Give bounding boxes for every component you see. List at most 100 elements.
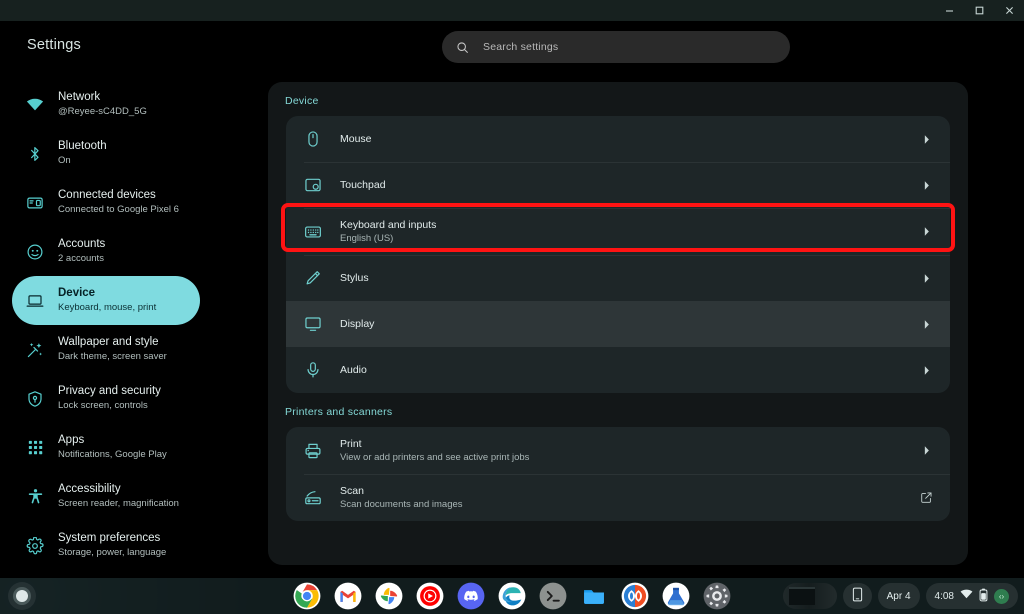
main-content-panel: Device Mouse Touchpad Keyboard and inputs En…: [268, 82, 968, 565]
tray-date: Apr 4: [886, 590, 911, 602]
microphone-icon: [304, 361, 322, 379]
settings-row-title: Display: [340, 317, 375, 330]
settings-row-scan[interactable]: Scan Scan documents and images: [286, 474, 950, 521]
chevron-right-icon[interactable]: [918, 319, 934, 330]
settings-row-display[interactable]: Display: [286, 301, 950, 347]
sidebar-item-sublabel: 2 accounts: [58, 253, 104, 264]
chevron-right-icon[interactable]: [918, 134, 934, 145]
wallpaper-icon: [26, 341, 44, 359]
tray-time: 4:08: [934, 590, 954, 602]
close-button[interactable]: [994, 0, 1024, 21]
settings-row-stylus[interactable]: Stylus: [286, 255, 950, 301]
shelf-app-youtube-music[interactable]: [416, 582, 444, 610]
sidebar-item-sublabel: Keyboard, mouse, print: [58, 302, 157, 313]
chevron-right-icon[interactable]: [918, 180, 934, 191]
sidebar-item-label: Accessibility: [58, 483, 121, 495]
phone-hub-icon: [852, 587, 863, 605]
scanner-icon: [304, 489, 322, 507]
settings-card: Mouse Touchpad Keyboard and inputs English …: [286, 116, 950, 393]
vpn-status-badge[interactable]: ‹›: [994, 588, 1009, 604]
settings-row-title: Scan: [340, 484, 364, 497]
account-icon: [26, 243, 44, 261]
shelf-app-settings[interactable]: [703, 582, 731, 610]
tray-window-preview[interactable]: [782, 583, 837, 609]
sidebar-item-sublabel: Connected to Google Pixel 6: [58, 204, 179, 215]
sidebar-item-accounts[interactable]: Accounts 2 accounts: [12, 227, 200, 276]
shelf-app-terminal[interactable]: [539, 582, 567, 610]
shelf-app-chrome[interactable]: [293, 582, 321, 610]
chevron-right-icon[interactable]: [918, 226, 934, 237]
shelf-app-gmail[interactable]: [334, 582, 362, 610]
launcher-icon: [16, 590, 28, 602]
bluetooth-icon: [26, 145, 44, 163]
wifi-icon: [26, 96, 44, 114]
chevron-right-icon[interactable]: [918, 445, 934, 456]
settings-row-title: Audio: [340, 363, 367, 376]
launcher-button[interactable]: [8, 582, 36, 610]
shield-icon: [26, 390, 44, 408]
printer-icon: [304, 442, 322, 460]
sidebar-item-sublabel: Storage, power, language: [58, 547, 167, 558]
sidebar-item-device[interactable]: Device Keyboard, mouse, print: [12, 276, 200, 325]
wifi-icon: [960, 589, 973, 603]
sidebar-item-network[interactable]: Network @Reyee-sC4DD_5G: [12, 80, 200, 129]
settings-card: Print View or add printers and see active…: [286, 427, 950, 521]
battery-icon: [979, 588, 988, 605]
sidebar-item-accessibility[interactable]: Accessibility Screen reader, magnificatio…: [12, 472, 200, 521]
sidebar-item-wallpaper-and-style[interactable]: Wallpaper and style Dark theme, screen sa…: [12, 325, 200, 374]
tray-preview-thumbnail: [788, 587, 815, 605]
shelf-app-beaker[interactable]: [662, 582, 690, 610]
settings-row-touchpad[interactable]: Touchpad: [286, 162, 950, 208]
sidebar-item-label: Apps: [58, 434, 85, 446]
shelf-app-discord[interactable]: [457, 582, 485, 610]
sidebar-item-sublabel: @Reyee-sC4DD_5G: [58, 106, 147, 117]
sidebar-item-label: Network: [58, 91, 101, 103]
accessibility-icon: [26, 488, 44, 506]
sidebar-item-label: Device: [58, 287, 96, 299]
sidebar-item-privacy-and-security[interactable]: Privacy and security Lock screen, control…: [12, 374, 200, 423]
section-header: Device: [285, 95, 319, 107]
apps-grid-icon: [26, 439, 44, 457]
sidebar-item-system-preferences[interactable]: System preferences Storage, power, langua…: [12, 521, 200, 570]
settings-row-mouse[interactable]: Mouse: [286, 116, 950, 162]
settings-row-title: Touchpad: [340, 178, 386, 191]
settings-row-subtitle: English (US): [340, 232, 394, 244]
maximize-button[interactable]: [964, 0, 994, 21]
sidebar-item-sublabel: Lock screen, controls: [58, 400, 148, 411]
shelf-app-media-app[interactable]: [621, 582, 649, 610]
chevron-right-icon[interactable]: [918, 273, 934, 284]
date-tray-button[interactable]: Apr 4: [877, 583, 920, 609]
sidebar-item-label: Wallpaper and style: [58, 336, 159, 348]
phone-hub-button[interactable]: [842, 583, 872, 609]
desktop-wallpaper: Settings Network @Reyee-sC4DD_5G Bluetooth…: [0, 0, 1024, 614]
sidebar-item-apps[interactable]: Apps Notifications, Google Play: [12, 423, 200, 472]
settings-row-subtitle: Scan documents and images: [340, 498, 463, 510]
sidebar-item-label: Privacy and security: [58, 385, 161, 397]
search-bar[interactable]: [442, 31, 790, 63]
sidebar-item-label: System preferences: [58, 532, 161, 544]
sidebar-item-sublabel: Screen reader, magnification: [58, 498, 179, 509]
shelf-app-files[interactable]: [580, 582, 608, 610]
search-input[interactable]: [483, 41, 776, 53]
settings-window: Settings Network @Reyee-sC4DD_5G Bluetooth…: [0, 0, 1024, 578]
minimize-button[interactable]: [934, 0, 964, 21]
settings-row-subtitle: View or add printers and see active prin…: [340, 451, 530, 463]
external-link-icon[interactable]: [918, 491, 934, 504]
chevron-right-icon[interactable]: [918, 365, 934, 376]
status-tray-button[interactable]: 4:08 ‹›: [925, 583, 1018, 609]
settings-row-print[interactable]: Print View or add printers and see active…: [286, 427, 950, 474]
settings-row-audio[interactable]: Audio: [286, 347, 950, 393]
touchpad-icon: [304, 176, 322, 194]
settings-row-keyboard-and-inputs[interactable]: Keyboard and inputs English (US): [286, 208, 950, 255]
shelf-app-photos[interactable]: [375, 582, 403, 610]
sidebar-item-sublabel: Notifications, Google Play: [58, 449, 167, 460]
sidebar-item-label: Accounts: [58, 238, 106, 250]
settings-row-title: Mouse: [340, 132, 372, 145]
sidebar-item-bluetooth[interactable]: Bluetooth On: [12, 129, 200, 178]
sidebar-nav: Network @Reyee-sC4DD_5G Bluetooth On Connect…: [0, 80, 212, 570]
sidebar-item-connected-devices[interactable]: Connected devices Connected to Google Pix…: [12, 178, 200, 227]
system-tray: Apr 4 4:08 ‹›: [782, 583, 1018, 609]
shelf-app-edge[interactable]: [498, 582, 526, 610]
sidebar-item-label: Bluetooth: [58, 140, 107, 152]
sidebar-item-sublabel: Dark theme, screen saver: [58, 351, 167, 362]
